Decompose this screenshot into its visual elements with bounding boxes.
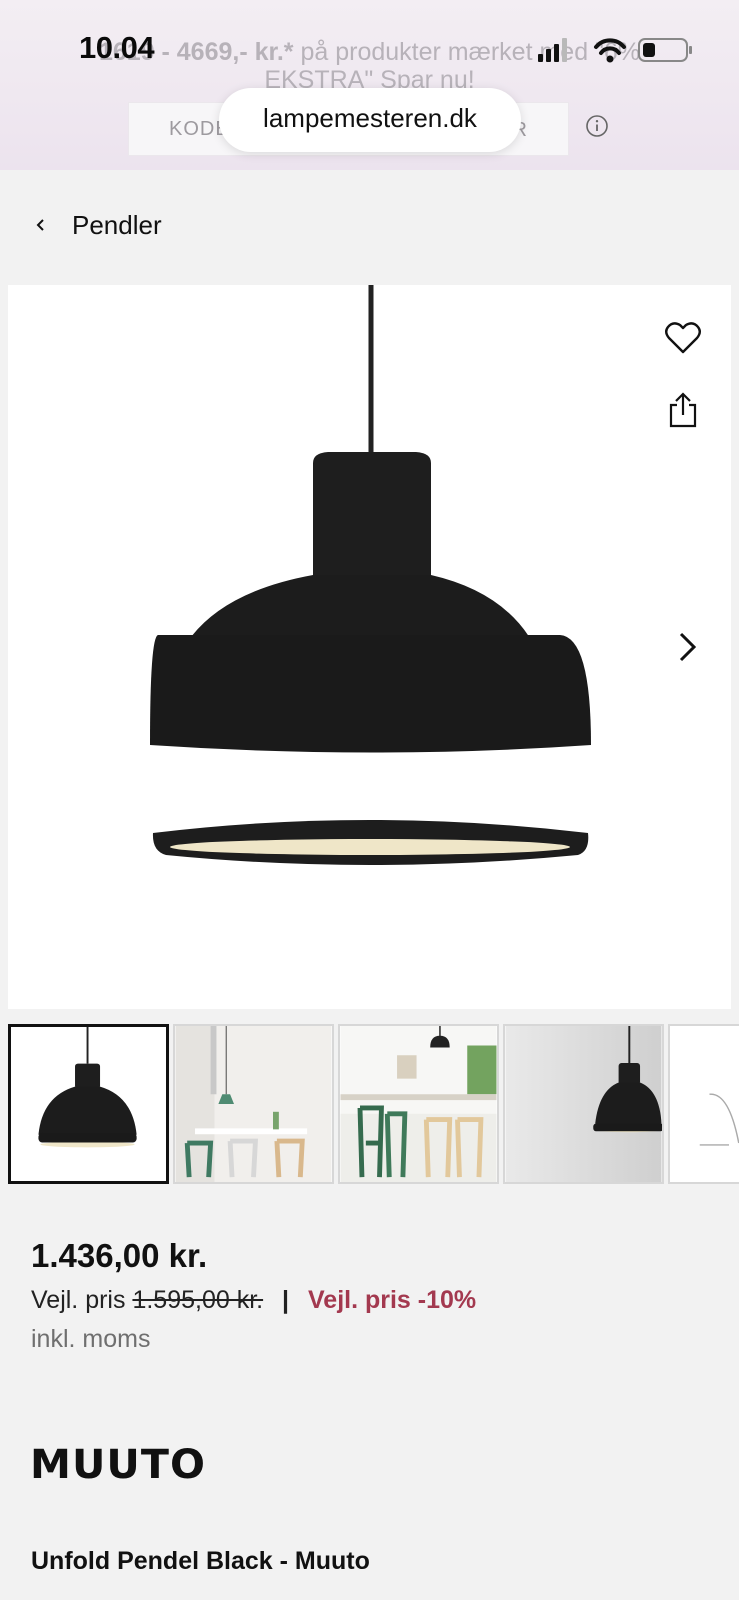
rrp-label: Vejl. pris — [31, 1286, 126, 1314]
product-image — [150, 285, 591, 865]
status-time: 10.04 — [79, 30, 155, 65]
wifi-icon — [594, 38, 626, 63]
vat-note: inkl. moms — [31, 1325, 151, 1353]
address-bar[interactable]: lampemesteren.dk — [219, 88, 521, 152]
product-price: 1.436,00 kr. — [31, 1237, 208, 1274]
thumbnail-image — [505, 1026, 662, 1182]
thumbnail-lamp-grey[interactable] — [503, 1024, 664, 1184]
thumbnail-strip[interactable] — [8, 1024, 739, 1186]
thumbnail-kitchen-bar[interactable] — [338, 1024, 499, 1184]
chevron-right-icon[interactable] — [676, 630, 700, 664]
thumbnail-lamp-product[interactable] — [8, 1024, 169, 1184]
breadcrumb[interactable]: Pendler — [34, 205, 162, 245]
price-separator: | — [282, 1286, 290, 1314]
product-title: Unfold Pendel Black - Muuto — [31, 1547, 370, 1575]
brand-logo[interactable]: MUUTO — [30, 1444, 210, 1484]
product-image-gallery[interactable] — [8, 285, 731, 1009]
thumbnail-dining-room[interactable] — [173, 1024, 334, 1184]
heart-icon[interactable] — [664, 321, 702, 355]
info-icon[interactable] — [585, 114, 609, 138]
thumbnail-image — [340, 1026, 497, 1182]
battery-icon — [638, 38, 692, 62]
share-icon[interactable] — [668, 391, 698, 429]
breadcrumb-label[interactable]: Pendler — [72, 210, 162, 241]
thumbnail-image — [11, 1027, 166, 1181]
status-icons — [538, 38, 692, 63]
recommended-price-row: Vejl. pris 1.595,00 kr. | Vejl. pris -10… — [31, 1286, 476, 1315]
rrp-old-price: 1.595,00 kr. — [132, 1286, 264, 1314]
chevron-left-icon[interactable] — [34, 216, 48, 234]
discount-badge: Vejl. pris -10% — [308, 1286, 477, 1314]
svg-text:MUUTO: MUUTO — [30, 1444, 206, 1484]
cellular-signal-icon — [538, 38, 567, 62]
thumbnail-image — [670, 1026, 739, 1182]
thumbnail-lamp-outline[interactable] — [668, 1024, 739, 1184]
thumbnail-image — [175, 1026, 332, 1182]
